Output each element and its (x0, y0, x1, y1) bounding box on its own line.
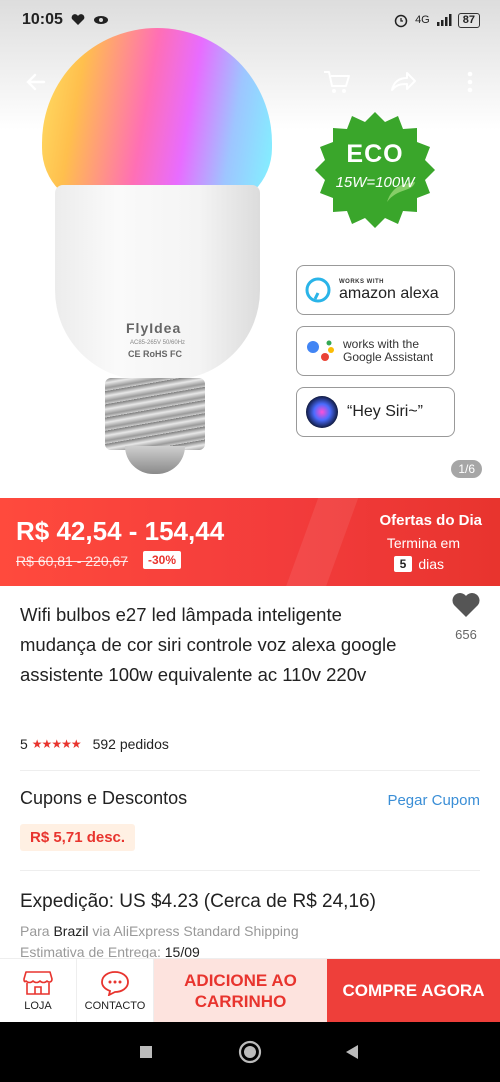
store-label: LOJA (24, 1000, 52, 1012)
alarm-icon (394, 14, 408, 28)
bulb-screw-base (105, 378, 205, 450)
eye-status-icon (93, 16, 108, 24)
recents-button[interactable] (130, 1036, 162, 1068)
eco-subtitle: 15W=100W (335, 174, 415, 191)
bulb-tip (125, 446, 185, 474)
star-rating-icon: ★★★★★ (31, 737, 82, 751)
image-counter: 1/6 (451, 460, 482, 478)
home-icon (238, 1040, 262, 1064)
chat-icon (101, 971, 129, 996)
discount-badge: -30% (143, 551, 182, 569)
back-arrow-icon (26, 73, 46, 91)
coupons-title: Cupons e Descontos (20, 788, 188, 808)
product-title: Wifi bulbos e27 led lâmpada inteligente … (20, 604, 397, 685)
deal-ends-label: Termina em (386, 535, 460, 551)
system-back-button[interactable] (336, 1036, 368, 1068)
add-to-cart-label-line2: CARRINHO (194, 992, 287, 1011)
bulb-certifications: CE RoHS FC (128, 349, 182, 359)
bottom-action-bar: LOJA CONTACTO ADICIONE AO CARRINHO COMPR… (0, 958, 500, 1023)
recents-icon (140, 1046, 152, 1058)
top-navigation (0, 60, 500, 104)
divider (20, 770, 480, 771)
back-triangle-icon (346, 1045, 358, 1059)
deal-title: Ofertas do Dia (379, 512, 482, 529)
bulb-fine-print: AC85-265V 50/60Hz (130, 340, 186, 346)
heart-status-icon (71, 14, 85, 25)
status-bar: 10:05 4G 87 (0, 0, 500, 40)
price-banner: R$ 42,54 - 154,44 R$ 60,81 - 220,67 -30%… (0, 498, 500, 586)
shipping-title[interactable]: Expedição: US $4.23 (Cerca de R$ 24,16) (20, 891, 376, 913)
shipping-country: Brazil (53, 923, 89, 939)
eco-title: ECO (346, 140, 404, 168)
alexa-icon (305, 277, 331, 303)
wishlist-count: 656 (455, 627, 477, 642)
google-assistant-card: works with the Google Assistant (296, 326, 455, 376)
network-type: 4G (415, 14, 430, 26)
add-to-cart-button[interactable]: ADICIONE AO CARRINHO (154, 959, 327, 1023)
buy-now-button[interactable]: COMPRE AGORA (327, 959, 500, 1023)
wishlist-button[interactable]: 656 (446, 592, 486, 642)
signal-icon (436, 14, 452, 26)
system-navigation-bar (0, 1022, 500, 1082)
heart-icon (452, 593, 480, 617)
price-range: R$ 42,54 - 154,44 (16, 516, 225, 546)
days-value: 5 (393, 556, 413, 572)
add-to-cart-label-line1: ADICIONE AO (184, 971, 297, 990)
get-coupon-link[interactable]: Pegar Cupom (387, 792, 480, 809)
shipping-destination: Para Brazil via AliExpress Standard Ship… (20, 923, 299, 939)
store-button[interactable]: LOJA (0, 959, 77, 1023)
divider (20, 870, 480, 871)
orders-count: 592 pedidos (92, 736, 169, 752)
siri-card: “Hey Siri~” (296, 387, 455, 437)
contact-button[interactable]: CONTACTO (77, 959, 154, 1023)
siri-label: “Hey Siri~” (347, 403, 424, 420)
cart-button[interactable] (315, 60, 359, 104)
battery-icon: 87 (457, 12, 480, 28)
share-button[interactable] (381, 60, 425, 104)
days-label: dias (418, 556, 444, 572)
more-vertical-icon (467, 71, 473, 93)
back-button[interactable] (14, 60, 58, 104)
contact-label: CONTACTO (84, 1000, 146, 1012)
eco-badge: ECO 15W=100W (305, 110, 445, 240)
cart-icon (324, 71, 350, 93)
more-options-button[interactable] (448, 60, 492, 104)
deal-countdown: 5 dias (393, 556, 444, 572)
shipping-to-prefix: Para (20, 923, 50, 939)
original-price: R$ 60,81 - 220,67 (16, 553, 129, 569)
google-label-line2: Google Assistant (343, 350, 434, 364)
siri-icon (306, 396, 338, 428)
alexa-label: amazon alexa (339, 284, 439, 302)
store-icon (23, 971, 53, 995)
home-button[interactable] (234, 1036, 266, 1068)
alexa-card: WORKS WITH amazon alexa (296, 265, 455, 315)
google-assistant-icon (307, 340, 334, 361)
rating-value: 5 (20, 736, 28, 752)
status-time: 10:05 (22, 11, 63, 28)
rating-row[interactable]: 5 ★★★★★ 592 pedidos (20, 736, 169, 752)
bulb-brand-label: FlyIdea (126, 320, 182, 336)
shipping-method: via AliExpress Standard Shipping (92, 923, 299, 939)
share-icon (391, 72, 416, 91)
coupon-tag[interactable]: R$ 5,71 desc. (20, 824, 136, 851)
